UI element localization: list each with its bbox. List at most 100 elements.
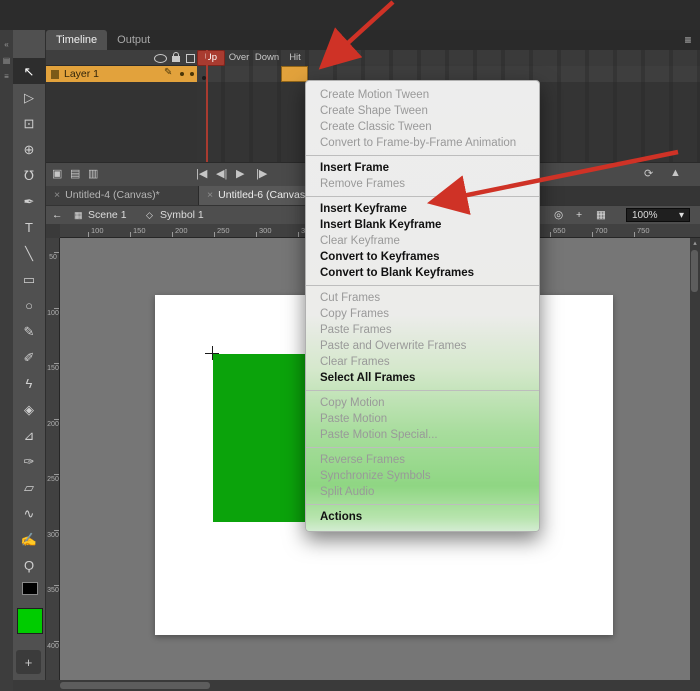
breadcrumb-symbol[interactable]: Symbol 1 (160, 206, 204, 225)
delete-layer-icon[interactable]: ▥ (88, 167, 98, 180)
width-tool-icon: ∿ (24, 507, 35, 520)
menu-item-list: Create Motion TweenCreate Shape TweenCre… (306, 87, 539, 525)
collapse-panels-icon[interactable]: « (0, 40, 13, 49)
vertical-scrollbar[interactable]: ▴ (690, 238, 700, 680)
menu-separator (306, 196, 539, 197)
ruler-label: 400 (46, 643, 60, 650)
menu-separator (306, 447, 539, 448)
lasso-tool[interactable]: ℧ (13, 162, 45, 188)
menu-item-insert-frame[interactable]: Insert Frame (306, 160, 539, 176)
layer-pane-header (46, 50, 197, 66)
3d-rotation-tool[interactable]: ⊕ (13, 136, 45, 162)
menu-item-synchronize-symbols: Synchronize Symbols (306, 468, 539, 484)
show-hide-column-icon[interactable] (154, 54, 167, 63)
zoom-tool[interactable]: Ϙ (13, 552, 45, 578)
horizontal-scrollbar[interactable] (13, 680, 700, 691)
panel-menu-icon[interactable]: ≡ (0, 72, 13, 81)
flash-application-window: « ▤ ≡ ↖ ▷ ⊡⊕℧✒T ╲ ▭○✎✐ϟ◈⊿✑▱ ∿ ✍ Ϙ + Timeline Ou… (0, 0, 700, 691)
menu-item-insert-blank-keyframe[interactable]: Insert Blank Keyframe (306, 217, 539, 233)
pencil-tool[interactable]: ✎ (13, 318, 45, 344)
play-button[interactable]: ▶ (236, 167, 244, 180)
close-icon[interactable]: × (207, 189, 213, 201)
frame-label-down[interactable]: Down (253, 50, 281, 66)
frame-label-hit[interactable]: Hit (281, 50, 309, 66)
eyedropper-tool[interactable]: ✑ (13, 448, 45, 474)
ink-bottle-tool[interactable]: ⊿ (13, 422, 45, 448)
layer-visible-dot[interactable] (180, 72, 184, 76)
frame-view-icon[interactable]: ▲ (670, 167, 681, 179)
panel-grid-icon[interactable]: ▤ (0, 56, 13, 65)
grid-icon[interactable]: ▦ (596, 206, 606, 225)
zoom-tool-icon: Ϙ (24, 559, 34, 572)
menu-item-actions[interactable]: Actions (306, 509, 539, 525)
center-stage-icon[interactable]: + (576, 206, 582, 225)
text-tool[interactable]: T (13, 214, 45, 240)
new-layer-icon[interactable]: ▣ (52, 167, 62, 180)
timeline-panel-tabbar: Timeline Output (46, 30, 700, 50)
free-transform-tool[interactable]: ⊡ (13, 110, 45, 136)
frame-label-up[interactable]: Up (197, 50, 225, 66)
outline-column-icon[interactable] (186, 54, 195, 63)
subselection-tool-icon: ▷ (24, 91, 34, 104)
scroll-up-icon[interactable]: ▴ (690, 239, 700, 247)
menu-item-copy-motion: Copy Motion (306, 395, 539, 411)
menu-separator (306, 504, 539, 505)
tab-timeline[interactable]: Timeline (46, 30, 107, 50)
lock-column-icon[interactable] (172, 56, 180, 62)
close-icon[interactable]: × (54, 189, 60, 201)
timeline-panel-menu-icon[interactable]: ≡ (680, 33, 696, 47)
brush-tool[interactable]: ✐ (13, 344, 45, 370)
width-tool[interactable]: ∿ (13, 500, 45, 526)
menu-item-convert-to-keyframes[interactable]: Convert to Keyframes (306, 249, 539, 265)
selected-frame-cell[interactable] (281, 66, 308, 82)
edit-symbols-icon[interactable]: ◎ (554, 206, 563, 225)
selection-tool[interactable]: ↖ (13, 58, 45, 84)
tool-options-icon[interactable]: + (16, 650, 41, 674)
eraser-tool[interactable]: ▱ (13, 474, 45, 500)
stroke-color-swatch[interactable] (22, 582, 38, 595)
menu-item-convert-to-frame-by-frame-animation: Convert to Frame-by-Frame Animation (306, 135, 539, 151)
ruler-label: 100 (46, 310, 60, 317)
scene-icon: ▦ (74, 206, 83, 225)
menu-item-select-all-frames[interactable]: Select All Frames (306, 370, 539, 386)
layer-row[interactable]: Layer 1 ✎ (46, 66, 197, 82)
new-folder-icon[interactable]: ▤ (70, 167, 80, 180)
document-tab-label: Untitled-4 (Canvas)* (65, 189, 160, 201)
symbol-icon: ◇ (146, 206, 153, 225)
oval-tool[interactable]: ○ (13, 292, 45, 318)
layer-name[interactable]: Layer 1 (64, 66, 99, 82)
loop-icon[interactable]: ⟳ (644, 167, 653, 180)
scrollbar-thumb[interactable] (60, 682, 210, 689)
menu-item-cut-frames: Cut Frames (306, 290, 539, 306)
hand-tool[interactable]: ✍ (13, 526, 45, 552)
line-tool-icon: ╲ (25, 247, 33, 260)
ruler-label: 100 (91, 226, 104, 235)
step-back-button[interactable]: ◀| (216, 167, 227, 180)
menu-item-clear-keyframe: Clear Keyframe (306, 233, 539, 249)
breadcrumb-scene[interactable]: Scene 1 (88, 206, 127, 225)
menu-item-insert-keyframe[interactable]: Insert Keyframe (306, 201, 539, 217)
go-to-first-frame-button[interactable]: |◀ (196, 167, 207, 180)
pen-tool[interactable]: ✒ (13, 188, 45, 214)
line-tool[interactable]: ╲ (13, 240, 45, 266)
step-forward-button[interactable]: |▶ (256, 167, 267, 180)
green-rectangle-shape[interactable] (213, 354, 313, 522)
fill-color-swatch[interactable] (17, 608, 43, 634)
menu-item-paste-and-overwrite-frames: Paste and Overwrite Frames (306, 338, 539, 354)
scrollbar-thumb[interactable] (691, 250, 698, 292)
rectangle-tool[interactable]: ▭ (13, 266, 45, 292)
menu-separator (306, 155, 539, 156)
document-tab-untitled-4[interactable]: × Untitled-4 (Canvas)* (46, 186, 199, 205)
layer-lock-dot[interactable] (190, 72, 194, 76)
back-arrow-icon[interactable]: ← (52, 206, 63, 225)
zoom-select[interactable]: 100% ▾ (626, 208, 690, 222)
crosshair-cursor (212, 346, 213, 360)
menu-item-convert-to-blank-keyframes[interactable]: Convert to Blank Keyframes (306, 265, 539, 281)
subselection-tool[interactable]: ▷ (13, 84, 45, 110)
bone-tool[interactable]: ϟ (13, 370, 45, 396)
tab-output[interactable]: Output (107, 30, 160, 50)
frame-label-over[interactable]: Over (225, 50, 253, 66)
ruler-label: 150 (46, 365, 60, 372)
frame-header: UpOverDownHit (197, 50, 700, 66)
paint-bucket-tool[interactable]: ◈ (13, 396, 45, 422)
